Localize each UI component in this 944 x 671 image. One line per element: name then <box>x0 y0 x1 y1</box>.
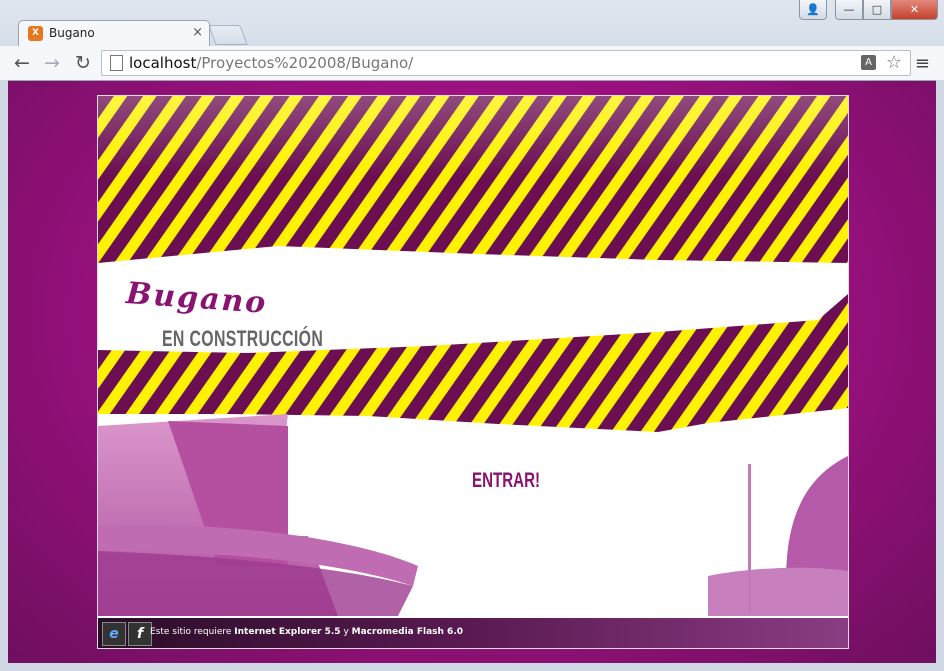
window-controls: 👤 — □ ✕ <box>799 0 938 20</box>
stage-graphics <box>98 96 848 618</box>
requirement-ie: Internet Explorer 5.5 <box>234 627 341 637</box>
enter-link[interactable]: ENTRAR! <box>472 469 540 493</box>
user-icon[interactable]: 👤 <box>799 0 827 20</box>
translate-icon[interactable]: A <box>861 55 876 70</box>
browser-toolbar: ← → ↻ localhost/Proyectos%202008/Bugano/… <box>0 46 944 80</box>
window-frame-bottom <box>0 663 944 671</box>
browser-chrome: 👤 — □ ✕ X Bugano × ← → ↻ localhost/Proye… <box>0 0 944 81</box>
bookmark-star-icon[interactable]: ☆ <box>886 52 902 73</box>
requirements-footer: e f Este sitio requiere Internet Explore… <box>98 618 848 648</box>
url-path: /Proyectos%202008/Bugano/ <box>196 54 414 72</box>
url-text[interactable]: localhost/Proyectos%202008/Bugano/ <box>129 54 413 72</box>
address-bar[interactable]: localhost/Proyectos%202008/Bugano/ A ☆ <box>101 50 911 76</box>
tab-close-icon[interactable]: × <box>192 25 203 40</box>
window-frame-right <box>936 80 944 671</box>
url-host: localhost <box>129 54 197 72</box>
requirements-and: y <box>343 627 349 637</box>
maximize-button[interactable]: □ <box>863 0 891 20</box>
requirements-text: Este sitio requiere Internet Explorer 5.… <box>150 627 463 637</box>
requirement-flash: Macromedia Flash 6.0 <box>351 627 464 637</box>
construction-subtitle: EN CONSTRUCCIÓN <box>162 326 324 351</box>
close-button[interactable]: ✕ <box>891 0 938 20</box>
page-icon <box>110 55 123 71</box>
menu-icon[interactable]: ≡ <box>915 53 930 74</box>
forward-arrow-icon[interactable]: → <box>44 52 60 74</box>
page-viewport: Bugano EN CONSTRUCCIÓN ENTRAR! e f Este … <box>8 81 936 663</box>
back-arrow-icon[interactable]: ← <box>14 52 30 74</box>
window-frame-left <box>0 80 8 671</box>
new-tab-button[interactable] <box>208 25 248 45</box>
flash-icon: f <box>128 622 152 646</box>
internet-explorer-icon: e <box>102 622 126 646</box>
requirements-prefix: Este sitio requiere <box>150 627 232 637</box>
tab-title: Bugano <box>49 26 95 40</box>
xampp-favicon-icon: X <box>28 26 43 41</box>
minimize-button[interactable]: — <box>835 0 863 20</box>
tab-bugano[interactable]: X Bugano × <box>18 20 210 47</box>
reload-icon[interactable]: ↻ <box>75 52 91 74</box>
flash-stage: Bugano EN CONSTRUCCIÓN ENTRAR! e f Este … <box>97 95 849 649</box>
